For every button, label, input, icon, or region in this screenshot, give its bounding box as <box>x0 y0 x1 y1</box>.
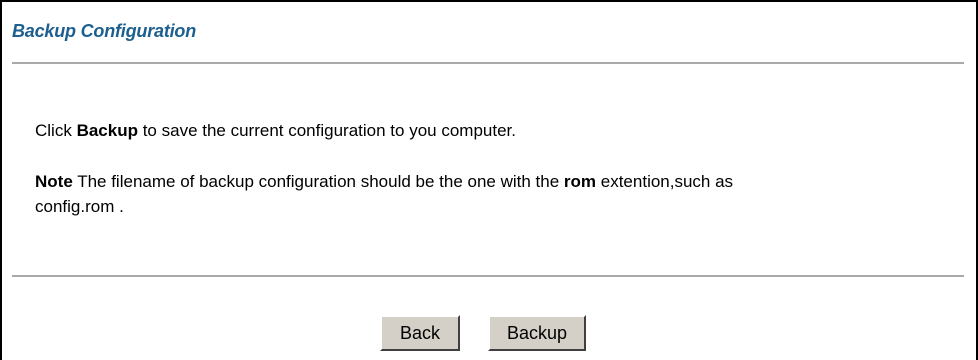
instruction-text: Click Backup to save the current configu… <box>35 121 516 141</box>
note-text-before: The filename of backup configuration sho… <box>72 172 564 191</box>
instruction-backup-keyword: Backup <box>76 121 138 140</box>
back-button[interactable]: Back <box>380 315 460 351</box>
page-title: Backup Configuration <box>12 21 196 41</box>
footer-divider <box>12 275 964 277</box>
backup-configuration-panel: Backup Configuration Click Backup to sav… <box>0 0 978 360</box>
note-label: Note <box>35 172 73 191</box>
note-text-line2: config.rom . <box>35 197 124 216</box>
note-text: Note The filename of backup configuratio… <box>35 172 733 192</box>
backup-button[interactable]: Backup <box>488 315 586 351</box>
instruction-prefix: Click <box>35 121 77 140</box>
note-rom-keyword: rom <box>563 172 597 191</box>
note-text-after: extention,such as <box>596 172 734 191</box>
instruction-suffix: to save the current configuration to you… <box>137 121 516 140</box>
header-divider <box>12 62 964 64</box>
